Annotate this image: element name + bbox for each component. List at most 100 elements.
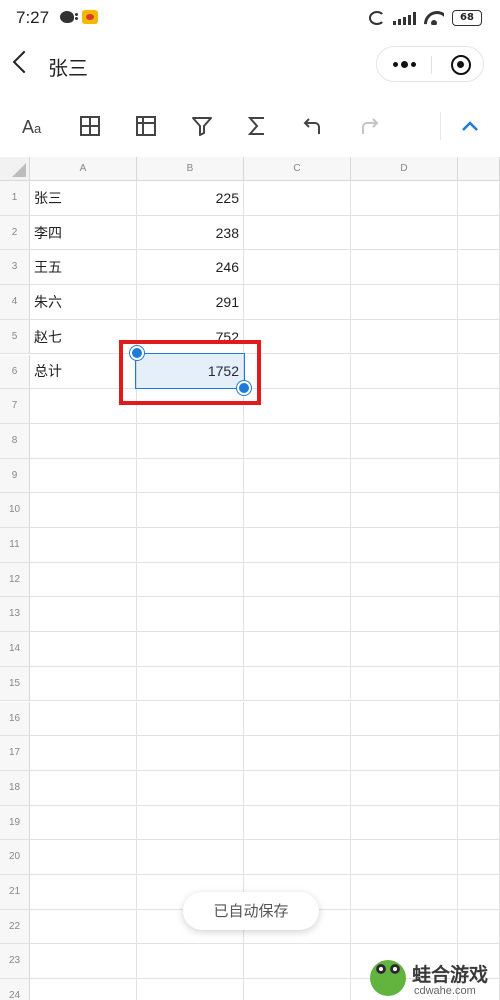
cell-c19[interactable] <box>244 805 351 841</box>
cell-e7[interactable] <box>458 389 500 424</box>
cell-c18[interactable] <box>244 770 351 806</box>
cell-a22[interactable] <box>30 909 137 945</box>
cell-a12[interactable] <box>30 562 137 598</box>
row-header[interactable]: 6 <box>0 354 30 390</box>
cell-e4[interactable] <box>458 285 500 320</box>
row-header[interactable]: 24 <box>0 979 30 1000</box>
sum-icon[interactable] <box>243 112 271 140</box>
column-header-a[interactable]: A <box>30 157 137 181</box>
row-header[interactable]: 4 <box>0 285 30 320</box>
cell-d18[interactable] <box>351 770 458 806</box>
cell-d5[interactable] <box>351 319 458 355</box>
spreadsheet-grid[interactable]: A B C D 1 张三 225 2 李四 238 3 王五 246 4 朱六 291 5 赵七 752 6 总… <box>0 157 500 1000</box>
cell-a20[interactable] <box>30 840 137 875</box>
cell-e16[interactable] <box>458 701 500 737</box>
cell-d13[interactable] <box>351 597 458 633</box>
cell-c17[interactable] <box>244 736 351 771</box>
cell-b3[interactable]: 246 <box>137 250 244 286</box>
cell-a24[interactable] <box>30 979 137 1000</box>
row-header[interactable]: 11 <box>0 528 30 563</box>
row-header[interactable]: 16 <box>0 701 30 737</box>
freeze-icon[interactable] <box>132 112 160 140</box>
cell-e10[interactable] <box>458 493 500 528</box>
cell-e15[interactable] <box>458 666 500 702</box>
cell-a11[interactable] <box>30 528 137 563</box>
column-header-b[interactable]: B <box>137 157 244 181</box>
cell-d7[interactable] <box>351 389 458 424</box>
cell-b11[interactable] <box>137 528 244 563</box>
cell-a16[interactable] <box>30 701 137 737</box>
undo-icon[interactable] <box>299 112 327 140</box>
cell-c4[interactable] <box>244 285 351 320</box>
row-header[interactable]: 20 <box>0 840 30 875</box>
cell-a1[interactable]: 张三 <box>30 181 137 216</box>
cell-e2[interactable] <box>458 215 500 251</box>
cell-d17[interactable] <box>351 736 458 771</box>
cell-a10[interactable] <box>30 493 137 528</box>
row-header[interactable]: 1 <box>0 181 30 216</box>
row-header[interactable]: 9 <box>0 458 30 494</box>
cell-e11[interactable] <box>458 528 500 563</box>
cell-d12[interactable] <box>351 562 458 598</box>
cell-c16[interactable] <box>244 701 351 737</box>
cell-a8[interactable] <box>30 423 137 459</box>
cell-c10[interactable] <box>244 493 351 528</box>
row-header[interactable]: 23 <box>0 944 30 980</box>
cell-e13[interactable] <box>458 597 500 633</box>
cell-a15[interactable] <box>30 666 137 702</box>
row-header[interactable]: 15 <box>0 666 30 702</box>
cell-c14[interactable] <box>244 632 351 667</box>
column-header-d[interactable]: D <box>351 157 458 181</box>
cell-b19[interactable] <box>137 805 244 841</box>
cell-c8[interactable] <box>244 423 351 459</box>
text-format-icon[interactable]: Aa <box>20 112 48 140</box>
cell-c24[interactable] <box>244 979 351 1000</box>
row-header[interactable]: 21 <box>0 875 30 910</box>
row-header[interactable]: 19 <box>0 805 30 841</box>
cell-c1[interactable] <box>244 181 351 216</box>
collapse-icon[interactable] <box>456 112 484 140</box>
cell-c9[interactable] <box>244 458 351 494</box>
cell-d2[interactable] <box>351 215 458 251</box>
cell-c12[interactable] <box>244 562 351 598</box>
close-target-icon[interactable] <box>451 55 471 75</box>
cell-c13[interactable] <box>244 597 351 633</box>
row-header[interactable]: 7 <box>0 389 30 424</box>
cell-c2[interactable] <box>244 215 351 251</box>
more-icon[interactable] <box>390 47 418 81</box>
column-header-e[interactable] <box>458 157 500 181</box>
cell-b4[interactable]: 291 <box>137 285 244 320</box>
cell-c3[interactable] <box>244 250 351 286</box>
cell-b18[interactable] <box>137 770 244 806</box>
cell-d1[interactable] <box>351 181 458 216</box>
cell-b24[interactable] <box>137 979 244 1000</box>
cell-e14[interactable] <box>458 632 500 667</box>
row-header[interactable]: 2 <box>0 215 30 251</box>
cell-b20[interactable] <box>137 840 244 875</box>
cell-d9[interactable] <box>351 458 458 494</box>
cell-a2[interactable]: 李四 <box>30 215 137 251</box>
row-header[interactable]: 17 <box>0 736 30 771</box>
column-header-c[interactable]: C <box>244 157 351 181</box>
row-header[interactable]: 10 <box>0 493 30 528</box>
cell-e22[interactable] <box>458 909 500 945</box>
cell-d21[interactable] <box>351 875 458 910</box>
cell-a3[interactable]: 王五 <box>30 250 137 286</box>
cell-a13[interactable] <box>30 597 137 633</box>
cell-d16[interactable] <box>351 701 458 737</box>
row-header[interactable]: 3 <box>0 250 30 286</box>
cell-e21[interactable] <box>458 875 500 910</box>
cell-c11[interactable] <box>244 528 351 563</box>
cell-b23[interactable] <box>137 944 244 980</box>
cell-d10[interactable] <box>351 493 458 528</box>
cell-a21[interactable] <box>30 875 137 910</box>
cell-b2[interactable]: 238 <box>137 215 244 251</box>
cell-d6[interactable] <box>351 354 458 390</box>
cell-a23[interactable] <box>30 944 137 980</box>
cell-d15[interactable] <box>351 666 458 702</box>
cell-b15[interactable] <box>137 666 244 702</box>
cell-a19[interactable] <box>30 805 137 841</box>
cell-b13[interactable] <box>137 597 244 633</box>
cell-c23[interactable] <box>244 944 351 980</box>
row-header[interactable]: 18 <box>0 770 30 806</box>
